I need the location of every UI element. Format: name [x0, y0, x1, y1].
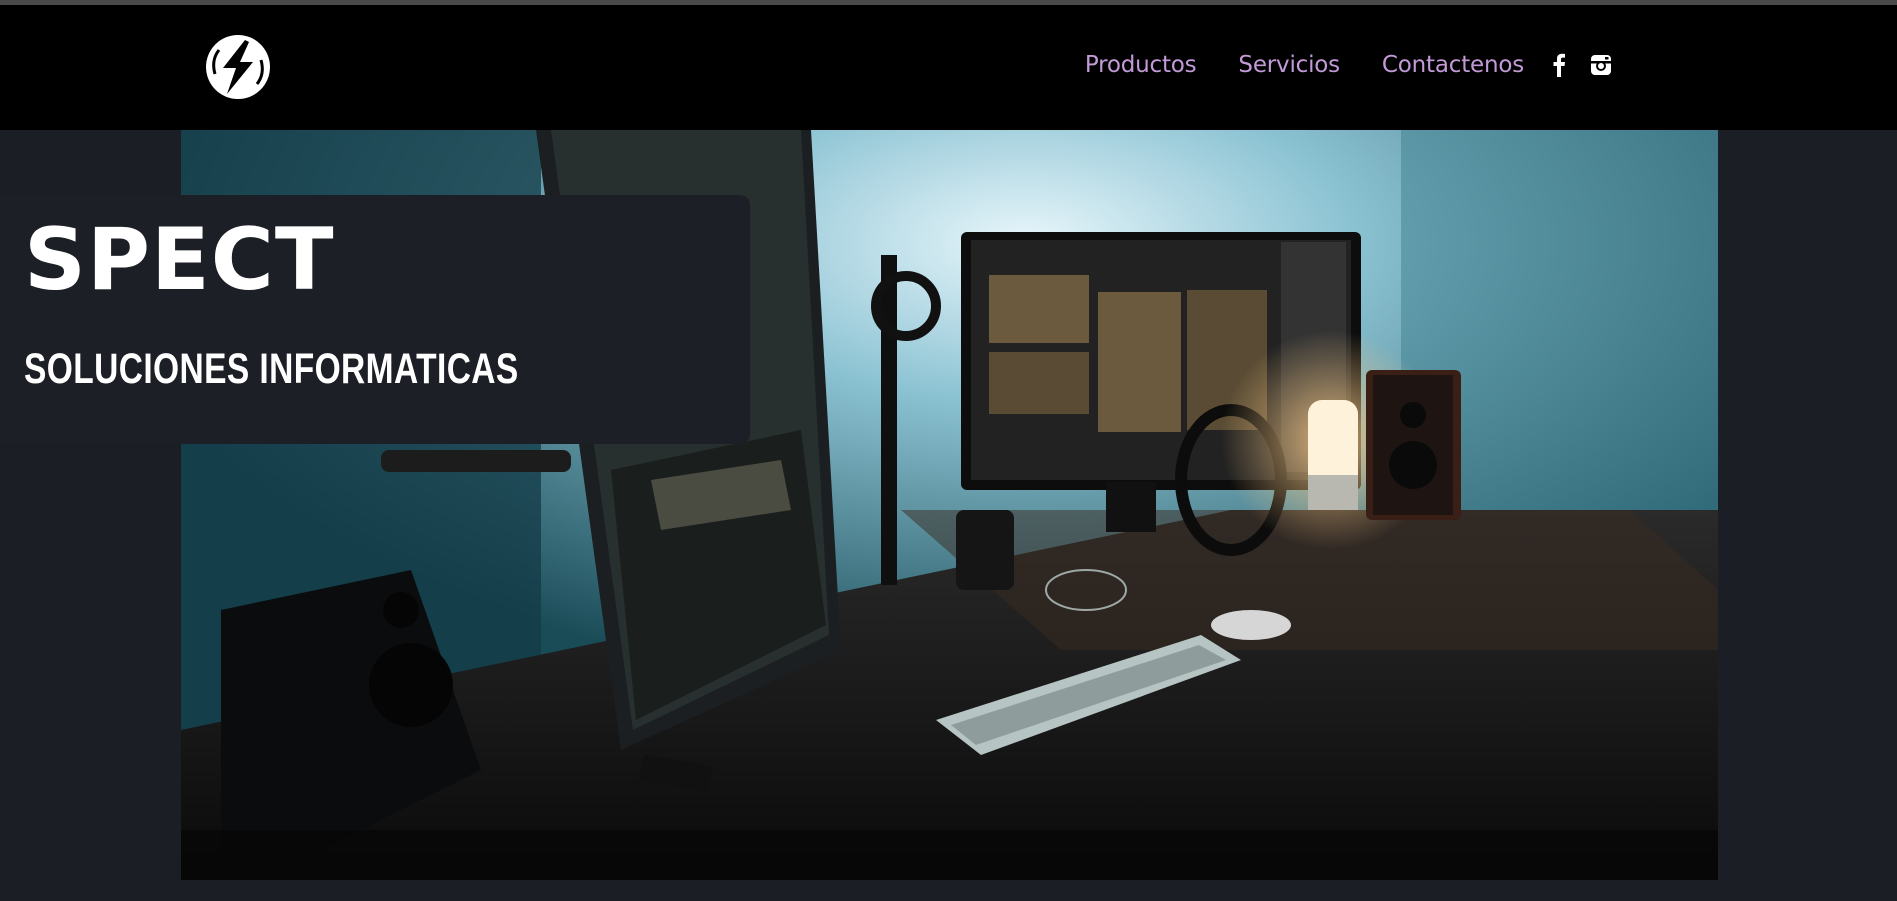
- lightning-bolt-logo-icon[interactable]: [205, 34, 271, 100]
- facebook-icon[interactable]: [1552, 53, 1566, 77]
- nav-contactenos-link[interactable]: Contactenos: [1382, 52, 1524, 78]
- social-links: [1552, 53, 1612, 77]
- instagram-icon[interactable]: [1590, 54, 1612, 76]
- nav-servicios-link[interactable]: Servicios: [1238, 52, 1340, 78]
- nav-productos-link[interactable]: Productos: [1085, 52, 1197, 78]
- brand-title: SPECT: [24, 210, 335, 310]
- site-header: Productos Servicios Contactenos: [0, 5, 1897, 130]
- brand-tagline: SOLUCIONES INFORMATICAS: [24, 345, 519, 393]
- hero-title-card: SPECT SOLUCIONES INFORMATICAS: [0, 195, 750, 444]
- main-nav: Productos Servicios Contactenos: [1043, 52, 1612, 78]
